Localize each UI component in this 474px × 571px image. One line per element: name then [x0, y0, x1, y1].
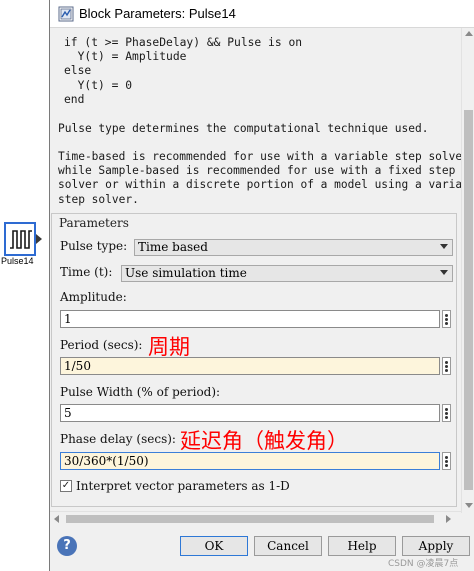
block-output-port[interactable]	[36, 234, 42, 244]
vertical-scroll-thumb[interactable]	[464, 110, 473, 490]
title-bar[interactable]: Block Parameters: Pulse14	[50, 0, 474, 28]
time-value: Use simulation time	[125, 266, 247, 280]
scroll-left-icon[interactable]	[54, 515, 59, 523]
pulse-width-input[interactable]: 5	[60, 404, 440, 422]
period-label: Period (secs):	[60, 338, 143, 352]
phase-delay-input[interactable]: 30/360*(1/50)	[60, 452, 440, 470]
description-solver-note: Time-based is recommended for use with a…	[58, 150, 461, 206]
watermark: CSDN @凌晨7点	[388, 559, 459, 569]
pulse-type-select[interactable]: Time based	[134, 239, 453, 256]
help-button[interactable]: Help	[328, 536, 396, 556]
more-options-icon[interactable]	[442, 452, 451, 470]
dialog-content: if (t >= PhaseDelay) && Pulse is on Y(t)…	[50, 28, 461, 513]
period-input[interactable]: 1/50	[60, 357, 440, 375]
pulse-type-label: Pulse type:	[60, 239, 128, 253]
dropdown-arrow-icon	[440, 270, 448, 275]
pulse-width-label: Pulse Width (% of period):	[60, 385, 221, 399]
ok-button[interactable]: OK	[180, 536, 248, 556]
block-parameters-dialog: Block Parameters: Pulse14 if (t >= Phase…	[49, 0, 474, 571]
pulse-block[interactable]	[4, 222, 36, 256]
block-label: Pulse14	[1, 256, 34, 266]
horizontal-scrollbar[interactable]	[50, 511, 461, 525]
apply-button[interactable]: Apply	[402, 536, 470, 556]
phase-delay-annotation: 延迟角（触发角）	[180, 429, 348, 453]
more-options-icon[interactable]	[442, 404, 451, 422]
window-title: Block Parameters: Pulse14	[79, 6, 236, 21]
time-select[interactable]: Use simulation time	[121, 265, 453, 282]
dropdown-arrow-icon	[440, 244, 448, 249]
more-options-icon[interactable]	[442, 310, 451, 328]
amplitude-input[interactable]: 1	[60, 310, 440, 328]
time-label: Time (t):	[60, 265, 113, 279]
pulse-icon	[10, 230, 32, 249]
help-icon[interactable]: ?	[57, 536, 77, 556]
pulse-type-value: Time based	[138, 240, 208, 254]
description-pulse-type: Pulse type determines the computational …	[58, 122, 429, 135]
more-options-icon[interactable]	[442, 357, 451, 375]
horizontal-scroll-thumb[interactable]	[66, 515, 434, 523]
phase-delay-label: Phase delay (secs):	[60, 432, 176, 446]
interpret-vector-checkbox[interactable]: ✓	[60, 480, 72, 492]
description-code: if (t >= PhaseDelay) && Pulse is on Y(t)…	[64, 36, 303, 106]
scroll-down-icon[interactable]	[465, 503, 473, 508]
interpret-vector-label: Interpret vector parameters as 1-D	[76, 479, 290, 493]
parameters-title: Parameters	[59, 216, 132, 230]
scroll-up-icon[interactable]	[465, 31, 473, 36]
cancel-button[interactable]: Cancel	[254, 536, 322, 556]
vertical-scrollbar[interactable]	[461, 28, 474, 513]
amplitude-label: Amplitude:	[60, 290, 127, 304]
block-params-icon	[58, 6, 74, 22]
scroll-right-icon[interactable]	[446, 515, 451, 523]
